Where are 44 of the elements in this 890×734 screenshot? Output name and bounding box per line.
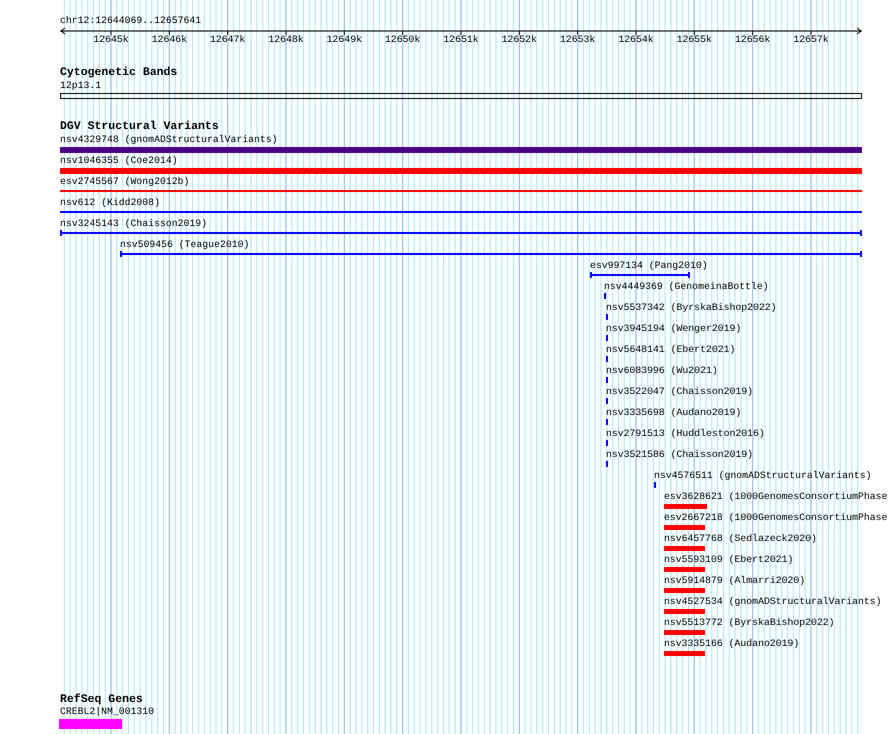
tick-label: 12647k (209, 34, 246, 46)
feature-label: nsv1046355 (Coe2014) (60, 155, 178, 167)
feature-label: nsv2791513 (Huddleston2016) (606, 428, 765, 440)
feature-label: nsv5914879 (Almarri2020) (664, 575, 806, 587)
feature-label: nsv3521586 (Chaisson2019) (606, 449, 753, 461)
feature-label: esv997134 (Pang2010) (590, 260, 708, 272)
track-title: Cytogenetic Bands (60, 67, 178, 79)
tick-label: 12646k (150, 34, 188, 46)
tick-label: 12657k (792, 34, 830, 46)
tick-label: 12650k (384, 34, 422, 46)
feature-label: esv2745567 (Wong2012b) (60, 176, 190, 188)
feature-label: nsv6083996 (Wu2021) (606, 365, 718, 377)
track-title: RefSeq Genes (60, 694, 143, 706)
tick-label: 12651k (442, 34, 480, 46)
feature-label: nsv509456 (Teague2010) (120, 239, 250, 251)
tick-label: 12656k (734, 34, 772, 46)
feature-label: nsv3522047 (Chaisson2019) (606, 386, 753, 398)
track-title: DGV Structural Variants (60, 121, 219, 133)
feature-label: esv2667218 (1000GenomesConsortiumPhase (664, 512, 888, 524)
tick-label: 12649k (326, 34, 363, 46)
tick-label: 12655k (676, 34, 713, 46)
feature-label: nsv4576511 (gnomADStructuralVariants) (654, 470, 872, 482)
feature-label: nsv5513772 (ByrskaBishop2022) (664, 617, 834, 629)
feature-label: nsv4449369 (GenomeinaBottle) (604, 281, 769, 293)
feature-label: nsv3335166 (Audano2019) (664, 638, 800, 650)
tick-label: 12648k (267, 34, 305, 46)
feature-label: nsv5593109 (Ebert2021) (664, 554, 794, 566)
tick-label: 12654k (617, 34, 655, 46)
feature-label: esv3628621 (1000GenomesConsortiumPhase (664, 491, 888, 503)
feature-label: nsv3245143 (Chaisson2019) (60, 218, 207, 230)
tick-label: 12652k (500, 34, 538, 46)
feature-label: 12p13.1 (60, 80, 102, 92)
feature-label: nsv612 (Kidd2008) (60, 197, 160, 209)
location-label: chr12:12644069..12657641 (60, 15, 202, 27)
feature-label: CREBL2|NM_001310 (60, 706, 154, 718)
feature-label: nsv5648141 (Ebert2021) (606, 344, 736, 356)
feature-label: nsv6457768 (Sedlazeck2020) (664, 533, 817, 545)
feature-label: nsv3335698 (Audano2019) (606, 407, 742, 419)
feature-label: nsv5537342 (ByrskaBishop2022) (606, 302, 776, 314)
feature-label: nsv4329748 (gnomADStructuralVariants) (60, 134, 278, 146)
tick-label: 12653k (558, 34, 596, 46)
feature-label: nsv3945194 (Wenger2019) (606, 323, 742, 335)
tick-label: 12645k (92, 34, 130, 46)
feature-label: nsv4527534 (gnomADStructuralVariants) (664, 596, 882, 608)
